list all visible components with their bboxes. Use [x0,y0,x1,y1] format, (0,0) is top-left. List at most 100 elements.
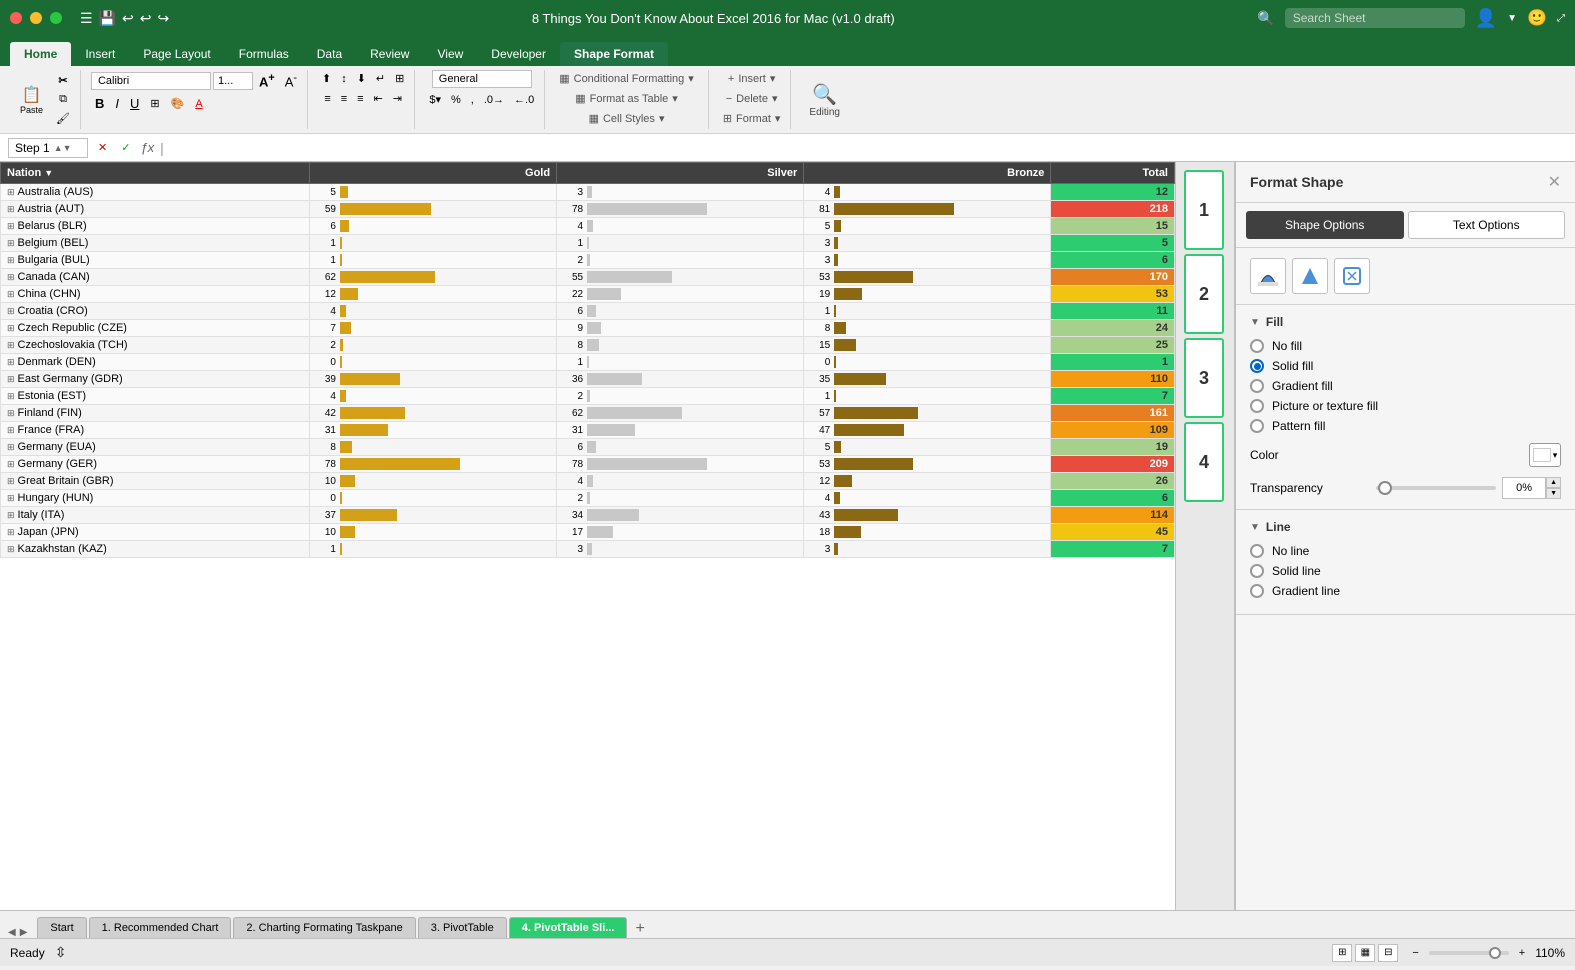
cancel-formula-button[interactable]: ✕ [94,139,111,156]
increase-indent-button[interactable]: ⇥ [389,90,406,107]
currency-button[interactable]: $▾ [425,91,445,108]
font-color-button[interactable]: A [191,94,206,113]
format-as-table-button[interactable]: ▦ Format as Table ▾ [571,90,682,107]
account-icon[interactable]: 👤 [1475,8,1497,29]
align-top-button[interactable]: ⬆ [318,70,335,87]
expand-row-icon[interactable]: ⊞ [7,408,15,419]
transparency-input[interactable] [1502,477,1546,499]
tab-review[interactable]: Review [356,42,423,66]
close-window-button[interactable] [10,12,22,24]
expand-row-icon[interactable]: ⊞ [7,323,15,334]
fill-color-button[interactable]: 🎨 [167,94,189,113]
copy-button[interactable]: ⧉ [52,91,74,108]
underline-button[interactable]: U [126,94,143,113]
function-wizard-button[interactable]: ƒx [140,140,154,155]
expand-row-icon[interactable]: ⊞ [7,527,15,538]
expand-row-icon[interactable]: ⊞ [7,374,15,385]
sheet-tab-4[interactable]: 4. PivotTable Sli... [509,917,628,938]
transparency-up-button[interactable]: ▲ [1546,477,1561,488]
sidebar-icon[interactable]: ☰ [80,10,93,27]
shape-options-tab[interactable]: Shape Options [1246,211,1404,239]
picture-fill-radio[interactable] [1250,399,1264,413]
expand-row-icon[interactable]: ⊞ [7,459,15,470]
expand-row-icon[interactable]: ⊞ [7,289,15,300]
chevron-down-icon[interactable]: ▼ [1507,13,1517,24]
decrease-decimal-button[interactable]: ←.0 [510,91,538,108]
gradient-line-option[interactable]: Gradient line [1250,584,1561,598]
decrease-font-button[interactable]: A- [281,70,301,91]
solid-fill-option[interactable]: Solid fill [1250,359,1561,373]
normal-view-button[interactable]: ⊞ [1332,944,1352,962]
cell-reference[interactable]: Step 1 ▲▼ [8,138,88,158]
search-icon[interactable]: 🔍 [1257,10,1274,27]
tab-shape-format[interactable]: Shape Format [560,42,668,66]
sheet-tab-3[interactable]: 3. PivotTable [418,917,507,938]
tab-view[interactable]: View [423,42,477,66]
expand-row-icon[interactable]: ⊞ [7,493,15,504]
expand-row-icon[interactable]: ⊞ [7,476,15,487]
text-options-tab[interactable]: Text Options [1408,211,1566,239]
wrap-text-button[interactable]: ↵ [372,70,389,87]
slider-thumb[interactable] [1378,481,1392,495]
maximize-window-button[interactable] [50,12,62,24]
expand-row-icon[interactable]: ⊞ [7,340,15,351]
minimize-window-button[interactable] [30,12,42,24]
save-icon[interactable]: 💾 [99,10,116,27]
zoom-in-button[interactable]: + [1515,945,1529,961]
expand-row-icon[interactable]: ⊞ [7,306,15,317]
picture-fill-option[interactable]: Picture or texture fill [1250,399,1561,413]
decrease-indent-button[interactable]: ⇤ [370,90,387,107]
color-picker-button[interactable]: ▾ [1529,443,1561,467]
format-painter-button[interactable]: 🖌 [52,110,74,127]
transparency-slider[interactable] [1376,486,1496,490]
tab-left-arrow[interactable]: ◀ [8,927,16,938]
shape-icon-button[interactable] [1292,258,1328,294]
numbered-item-4[interactable]: 4 [1184,422,1224,502]
search-input[interactable] [1285,8,1465,28]
line-triangle-icon[interactable]: ▼ [1250,522,1260,533]
bronze-header[interactable]: Bronze [804,163,1051,184]
page-break-view-button[interactable]: ⊟ [1378,944,1398,962]
increase-font-button[interactable]: A+ [255,70,279,91]
total-header[interactable]: Total [1051,163,1175,184]
align-bottom-button[interactable]: ⬇ [353,70,370,87]
add-sheet-button[interactable]: + [629,920,650,938]
delete-button[interactable]: − Delete ▾ [722,90,782,107]
tab-developer[interactable]: Developer [477,42,560,66]
sheet-tab-1[interactable]: 1. Recommended Chart [89,917,232,938]
align-middle-button[interactable]: ↕ [337,70,351,87]
confirm-formula-button[interactable]: ✓ [117,139,134,156]
expand-row-icon[interactable]: ⊞ [7,221,15,232]
cut-button[interactable]: ✂ [52,72,74,89]
align-right-button[interactable]: ≡ [353,90,367,107]
merge-button[interactable]: ⊞ [391,70,408,87]
expand-row-icon[interactable]: ⊞ [7,510,15,521]
expand-row-icon[interactable]: ⊞ [7,204,15,215]
conditional-formatting-button[interactable]: ▦ Conditional Formatting ▾ [555,70,698,87]
undo2-icon[interactable]: ↩ [140,10,152,27]
gradient-line-radio[interactable] [1250,584,1264,598]
no-fill-radio[interactable] [1250,339,1264,353]
tab-insert[interactable]: Insert [71,42,129,66]
expand-row-icon[interactable]: ⊞ [7,425,15,436]
expand-row-icon[interactable]: ⊞ [7,272,15,283]
expand-row-icon[interactable]: ⊞ [7,357,15,368]
cell-ref-arrows[interactable]: ▲▼ [54,143,72,153]
solid-line-radio[interactable] [1250,564,1264,578]
numbered-item-3[interactable]: 3 [1184,338,1224,418]
tab-home[interactable]: Home [10,42,71,66]
font-name-input[interactable]: Calibri [91,72,211,90]
close-panel-button[interactable]: ✕ [1548,172,1561,192]
expand-row-icon[interactable]: ⊞ [7,442,15,453]
silver-header[interactable]: Silver [557,163,804,184]
sheet-tab-2[interactable]: 2. Charting Formating Taskpane [233,917,415,938]
align-left-button[interactable]: ≡ [320,90,334,107]
page-layout-view-button[interactable]: ▦ [1355,944,1375,962]
sheet-tab-start[interactable]: Start [37,917,86,938]
transparency-down-button[interactable]: ▼ [1546,488,1561,499]
solid-fill-radio[interactable] [1250,359,1264,373]
paste-button[interactable]: 📋 Paste [14,81,49,119]
fill-triangle-icon[interactable]: ▼ [1250,317,1260,328]
nation-header[interactable]: Nation ▼ [1,163,310,184]
tab-data[interactable]: Data [303,42,356,66]
